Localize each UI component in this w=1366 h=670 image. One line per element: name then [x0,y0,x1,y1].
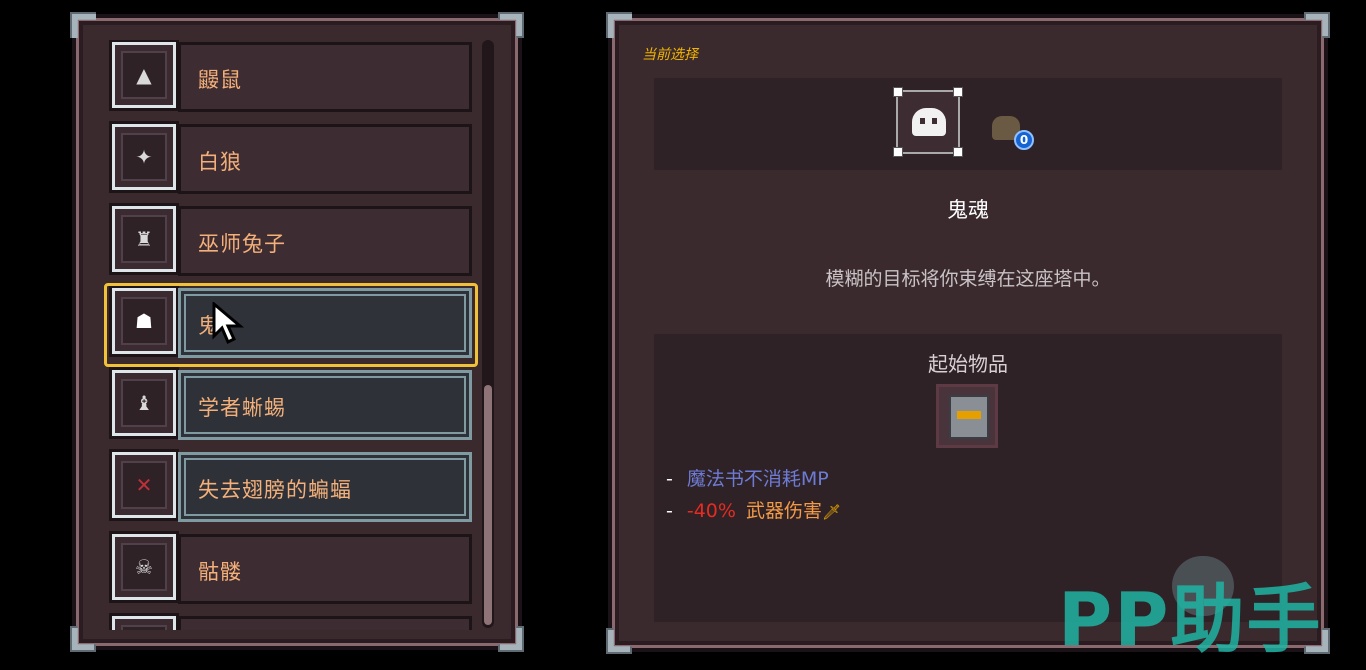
character-list-panel: ▲ 鼹鼠 ✦ 白狼 ♜ 巫师兔子 ☗ 鬼 ♝ 学者蜥蜴 ✕ 失去翅膀的蝙蝠 ☠ … [70,12,524,652]
character-name-label: 学者蜥蜴 [198,396,286,420]
character-detail-panel: 当前选择 0 鬼魂 模糊的目标将你束缚在这座塔中。 起始物品 - 魔法书不消耗MP… [606,12,1330,654]
wingless-bat-icon: ✕ [135,473,153,497]
starting-items-title: 起始物品 [928,352,1008,376]
ghost-icon [912,108,946,136]
character-portrait-slot: ▲ [112,42,176,108]
mole-icon: ▲ [136,63,152,87]
character-portrait-slot: ☠ [112,534,176,600]
character-portrait-large [893,87,963,157]
character-name-label: 失去翅膀的蝙蝠 [198,478,352,502]
panel-corner [606,628,632,654]
character-row-skeleton[interactable]: ☠ 骷髅 [106,532,474,606]
character-preview-area [654,78,1282,170]
magic-book-icon [949,395,989,439]
skeleton-icon: ☠ [135,555,153,579]
panel-corner [70,626,96,652]
character-row-scholar-lizard[interactable]: ♝ 学者蜥蜴 [106,368,474,442]
character-name: 鬼魂 [947,198,989,222]
list-scrollbar[interactable] [482,40,494,628]
panel-corner [498,626,524,652]
character-card [178,616,472,630]
effect-value: -40% [686,500,736,522]
pet-level-badge: 0 [1014,130,1034,150]
character-row-mole[interactable]: ▲ 鼹鼠 [106,40,474,114]
character-row-next[interactable] [106,614,474,630]
starting-item-slot[interactable] [936,384,998,448]
sword-icon: 🗡 [821,503,842,521]
character-row-wingless-bat[interactable]: ✕ 失去翅膀的蝙蝠 [106,450,474,524]
white-wolf-icon: ✦ [135,145,153,169]
panel-corner [498,12,524,38]
character-name-label: 骷髅 [198,560,242,584]
character-name-label: 巫师兔子 [198,232,286,256]
effect-line: - -40% 武器伤害🗡 [666,500,842,522]
effect-line: - 魔法书不消耗MP [666,468,829,490]
character-portrait-slot: ♜ [112,206,176,272]
character-row-wizard-rabbit[interactable]: ♜ 巫师兔子 [106,204,474,278]
character-portrait-slot: ✦ [112,124,176,190]
character-description: 模糊的目标将你束缚在这座塔中。 [825,268,1111,290]
effect-text: 武器伤害 [745,500,822,522]
character-portrait-slot [112,616,176,630]
scholar-lizard-icon: ♝ [135,391,153,415]
character-row-white-wolf[interactable]: ✦ 白狼 [106,122,474,196]
character-portrait-slot: ♝ [112,370,176,436]
current-selection-label: 当前选择 [642,47,698,63]
effect-text: 魔法书不消耗MP [686,468,829,490]
scrollbar-thumb[interactable] [484,385,492,625]
wizard-rabbit-icon: ♜ [135,227,153,251]
character-portrait-slot: ✕ [112,452,176,518]
selection-highlight-frame [104,283,478,367]
watermark: PP助手 [1058,577,1323,663]
panel-corner [70,12,96,38]
character-name-label: 鼹鼠 [198,68,242,92]
panel-corner [1304,12,1330,38]
panel-corner [606,12,632,38]
character-name-label: 白狼 [198,150,242,174]
